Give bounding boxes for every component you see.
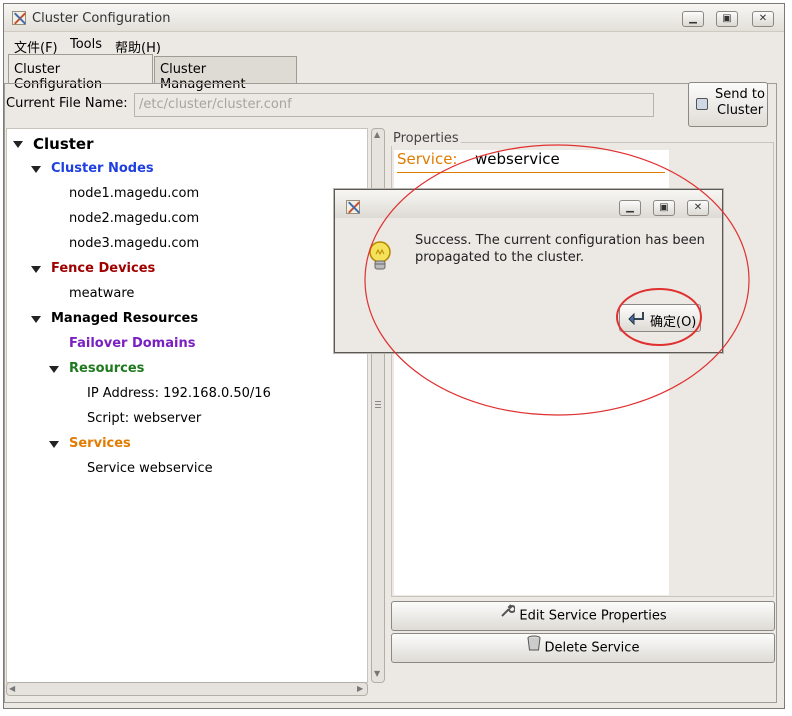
dialog-minimize-button[interactable]: ▁ bbox=[619, 200, 641, 216]
wrench-icon bbox=[499, 602, 517, 630]
lightbulb-icon bbox=[367, 240, 393, 278]
minimize-button[interactable]: ▁ bbox=[682, 11, 704, 27]
expand-managed-icon[interactable] bbox=[31, 316, 41, 323]
title-bar: Cluster Configuration ▁ ▣ ✕ bbox=[4, 4, 784, 32]
splitter-grip-icon[interactable] bbox=[375, 401, 381, 408]
service-divider bbox=[397, 172, 665, 173]
tree-fence-meatware[interactable]: meatware bbox=[69, 286, 134, 301]
tree-root-cluster[interactable]: Cluster bbox=[33, 135, 94, 153]
send-icon bbox=[696, 98, 708, 110]
expand-services-icon[interactable] bbox=[49, 441, 59, 448]
tree-node-1[interactable]: node1.magedu.com bbox=[69, 186, 199, 201]
scroll-left-icon[interactable]: ◀ bbox=[9, 684, 15, 693]
file-name-field[interactable]: /etc/cluster/cluster.conf bbox=[134, 93, 654, 117]
tree-service-webservice[interactable]: Service webservice bbox=[87, 461, 213, 476]
scroll-up-icon[interactable]: ▲ bbox=[374, 130, 380, 139]
tree-resource-script[interactable]: Script: webserver bbox=[87, 411, 201, 426]
dialog-close-button[interactable]: ✕ bbox=[687, 200, 709, 216]
tree-node-3[interactable]: node3.magedu.com bbox=[69, 236, 199, 251]
send-label-line1: Send to bbox=[715, 87, 765, 102]
tab-cluster-configuration[interactable]: Cluster Configuration bbox=[8, 54, 153, 92]
minimize-icon: ▁ bbox=[626, 202, 634, 213]
scroll-down-icon[interactable]: ▼ bbox=[374, 669, 380, 678]
service-value: webservice bbox=[475, 150, 560, 168]
properties-caption: Properties bbox=[391, 131, 461, 146]
ok-button[interactable]: 确定(O) bbox=[619, 304, 701, 332]
dialog-message: Success. The current configuration has b… bbox=[415, 233, 705, 265]
app-icon bbox=[12, 11, 26, 25]
menu-tools[interactable]: Tools bbox=[70, 37, 102, 52]
enter-arrow-icon bbox=[628, 310, 646, 330]
tree-fence-devices[interactable]: Fence Devices bbox=[51, 261, 155, 276]
delete-service-button[interactable]: Delete Service bbox=[391, 633, 775, 663]
maximize-button[interactable]: ▣ bbox=[716, 11, 738, 27]
close-icon: ✕ bbox=[758, 13, 768, 24]
tree-managed-resources[interactable]: Managed Resources bbox=[51, 311, 198, 326]
close-button[interactable]: ✕ bbox=[752, 11, 774, 27]
scroll-right-icon[interactable]: ▶ bbox=[357, 684, 363, 693]
tree-services[interactable]: Services bbox=[69, 436, 131, 451]
dialog-app-icon bbox=[346, 200, 360, 214]
file-name-label: Current File Name: bbox=[6, 96, 128, 111]
tree-cluster-nodes[interactable]: Cluster Nodes bbox=[51, 161, 154, 176]
send-label-line2: Cluster bbox=[717, 103, 764, 118]
maximize-icon: ▣ bbox=[659, 202, 669, 213]
expand-nodes-icon[interactable] bbox=[31, 166, 41, 173]
trash-icon bbox=[527, 634, 541, 662]
ok-button-label: 确定(O) bbox=[650, 315, 697, 330]
edit-service-label: Edit Service Properties bbox=[519, 608, 667, 624]
expand-cluster-icon[interactable] bbox=[13, 141, 23, 148]
tree-failover-domains[interactable]: Failover Domains bbox=[69, 336, 195, 351]
expand-resources-icon[interactable] bbox=[49, 366, 59, 373]
delete-service-label: Delete Service bbox=[544, 640, 640, 656]
tree-horizontal-scrollbar[interactable]: ◀ ▶ bbox=[6, 682, 368, 696]
close-icon: ✕ bbox=[693, 202, 703, 213]
dialog-title-bar: ▁ ▣ ✕ bbox=[335, 190, 722, 218]
expand-fence-icon[interactable] bbox=[31, 266, 41, 273]
send-to-cluster-button[interactable]: Send to Cluster bbox=[688, 82, 768, 127]
minimize-icon: ▁ bbox=[689, 13, 697, 24]
tree-resources[interactable]: Resources bbox=[69, 361, 144, 376]
cluster-tree: Cluster Cluster Nodes node1.magedu.com n… bbox=[6, 128, 368, 683]
maximize-icon: ▣ bbox=[722, 13, 732, 24]
dialog-maximize-button[interactable]: ▣ bbox=[653, 200, 675, 216]
service-label: Service: bbox=[397, 150, 458, 168]
window-title: Cluster Configuration bbox=[32, 11, 171, 26]
tree-node-2[interactable]: node2.magedu.com bbox=[69, 211, 199, 226]
tab-cluster-management[interactable]: Cluster Management bbox=[154, 56, 297, 92]
tree-resource-ip[interactable]: IP Address: 192.168.0.50/16 bbox=[87, 386, 271, 401]
edit-service-properties-button[interactable]: Edit Service Properties bbox=[391, 601, 775, 631]
